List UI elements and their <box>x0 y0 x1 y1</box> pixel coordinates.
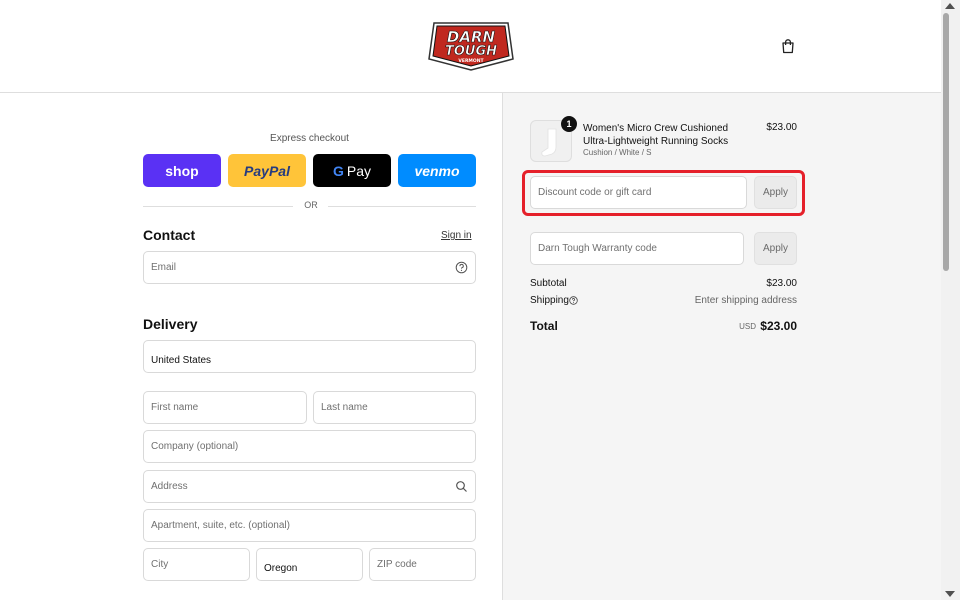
first-name-field[interactable]: First name <box>143 391 307 424</box>
product-name: Women's Micro Crew Cushioned Ultra-Light… <box>583 123 729 147</box>
express-checkout-label: Express checkout <box>270 133 349 144</box>
google-g-icon: G <box>332 162 344 179</box>
shop-pay-label: shop <box>165 162 199 179</box>
scroll-up-arrow-icon[interactable] <box>945 3 955 9</box>
discount-apply-label: Apply <box>762 187 788 198</box>
checkout-header: DARN TOUGH VERMONT <box>0 0 941 93</box>
apartment-placeholder: Apartment, suite, etc. (optional) <box>151 520 290 531</box>
email-placeholder: Email <box>151 262 177 273</box>
total-value: $23.00 <box>760 319 797 333</box>
state-select[interactable]: Oregon <box>256 548 363 581</box>
or-divider: OR <box>143 200 476 212</box>
city-placeholder: City <box>151 559 169 570</box>
warranty-placeholder: Darn Tough Warranty code <box>538 243 657 254</box>
quantity-badge: 1 <box>561 116 577 132</box>
divider-line-right <box>328 206 476 207</box>
company-field[interactable]: Company (optional) <box>143 430 476 463</box>
first-name-placeholder: First name <box>151 402 199 413</box>
last-name-field[interactable]: Last name <box>313 391 476 424</box>
divider-line-left <box>143 206 293 207</box>
delivery-title: Delivery <box>143 316 198 332</box>
venmo-label: venmo <box>414 162 460 179</box>
last-name-placeholder: Last name <box>321 402 368 413</box>
discount-code-field[interactable]: Discount code or gift card <box>530 176 747 209</box>
shop-pay-button[interactable]: shop <box>143 154 221 187</box>
venmo-button[interactable]: venmo <box>398 154 476 187</box>
product-variant: Cushion / White / S <box>583 148 652 157</box>
contact-title: Contact <box>143 227 196 243</box>
state-value: Oregon <box>264 563 298 574</box>
zip-field[interactable]: ZIP code <box>369 548 476 581</box>
logo-line-3: VERMONT <box>458 58 484 64</box>
address-placeholder: Address <box>151 481 188 492</box>
total-label: Total <box>530 319 558 333</box>
google-pay-label: Pay <box>346 162 371 179</box>
subtotal-label: Subtotal <box>530 278 567 289</box>
paypal-button[interactable]: PayPal <box>228 154 306 187</box>
address-field[interactable]: Address <box>143 470 476 503</box>
google-pay-button[interactable]: G Pay <box>313 154 391 187</box>
discount-apply-button[interactable]: Apply <box>754 176 797 209</box>
sign-in-link[interactable]: Sign in <box>441 230 472 241</box>
or-text: OR <box>304 200 318 210</box>
warranty-apply-button[interactable]: Apply <box>754 232 797 265</box>
darn-tough-logo[interactable]: DARN TOUGH VERMONT <box>428 21 514 71</box>
logo-line-2: TOUGH <box>445 44 497 59</box>
shopping-bag-icon[interactable] <box>780 38 796 54</box>
discount-placeholder: Discount code or gift card <box>538 187 652 198</box>
question-circle-icon[interactable] <box>455 261 468 274</box>
page-scrollbar[interactable] <box>941 0 960 600</box>
apartment-field[interactable]: Apartment, suite, etc. (optional) <box>143 509 476 542</box>
email-field[interactable]: Email <box>143 251 476 284</box>
paypal-label: PayPal <box>244 162 290 179</box>
company-placeholder: Company (optional) <box>151 441 239 452</box>
zip-placeholder: ZIP code <box>377 559 417 570</box>
scroll-down-arrow-icon[interactable] <box>945 591 955 597</box>
city-field[interactable]: City <box>143 548 250 581</box>
country-value: United States <box>151 355 212 366</box>
scroll-thumb[interactable] <box>943 13 949 271</box>
warranty-code-field[interactable]: Darn Tough Warranty code <box>530 232 744 265</box>
search-icon <box>456 481 467 492</box>
shipping-label: Shipping <box>530 295 569 306</box>
subtotal-value: $23.00 <box>766 278 797 289</box>
shipping-info-icon[interactable] <box>569 296 578 305</box>
product-price: $23.00 <box>766 122 797 133</box>
country-select[interactable]: United States <box>143 340 476 373</box>
shipping-value: Enter shipping address <box>694 295 797 306</box>
warranty-apply-label: Apply <box>762 243 788 254</box>
